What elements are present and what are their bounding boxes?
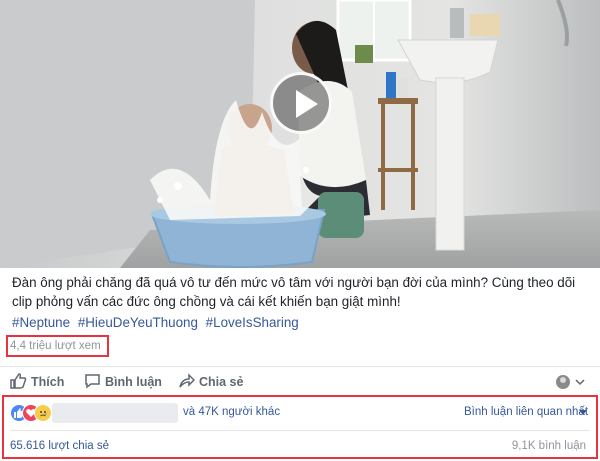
chevron-down-icon[interactable] <box>579 410 587 415</box>
view-count: 4,4 triệu lượt xem <box>10 340 101 352</box>
share-label: Chia sẻ <box>199 375 244 389</box>
comment-count-link[interactable]: 9,1K bình luận <box>512 440 586 452</box>
comment-icon <box>85 374 100 389</box>
video-frame <box>0 0 600 268</box>
sad-reaction-icon <box>34 404 52 422</box>
like-label: Thích <box>31 375 65 389</box>
hashtag-loveissharing[interactable]: #LoveIsSharing <box>206 315 299 330</box>
comment-label: Bình luận <box>105 375 162 389</box>
comment-button[interactable]: Bình luận <box>84 373 164 393</box>
avatar-icon <box>556 375 585 389</box>
page-avatar-picker[interactable] <box>554 373 588 391</box>
share-count-link[interactable]: 65.616 lượt chia sẻ <box>10 440 109 452</box>
comment-sort-dropdown[interactable]: Bình luận liên quan nhất <box>464 406 588 418</box>
action-bar: Thích Bình luận Chia sẻ <box>0 366 600 395</box>
video-player[interactable] <box>0 0 600 268</box>
play-button[interactable] <box>270 72 332 134</box>
blurred-name-placeholder <box>52 403 178 423</box>
share-button[interactable]: Chia sẻ <box>178 373 248 393</box>
hashtag-hieudeyeuthuong[interactable]: #HieuDeYeuThuong <box>78 315 198 330</box>
facebook-post: Đàn ông phải chăng đã quá vô tư đến mức … <box>0 0 600 461</box>
hashtag-neptune[interactable]: #Neptune <box>12 315 70 330</box>
reactors-count-link[interactable]: và 47K người khác <box>183 406 280 418</box>
hashtags: #Neptune #HieuDeYeuThuong #LoveIsSharing <box>12 315 303 330</box>
share-icon <box>179 373 195 388</box>
divider <box>10 430 590 431</box>
thumbs-up-icon <box>10 373 27 389</box>
like-button[interactable]: Thích <box>10 373 70 393</box>
play-icon <box>296 90 318 118</box>
post-caption: Đàn ông phải chăng đã quá vô tư đến mức … <box>12 275 576 309</box>
